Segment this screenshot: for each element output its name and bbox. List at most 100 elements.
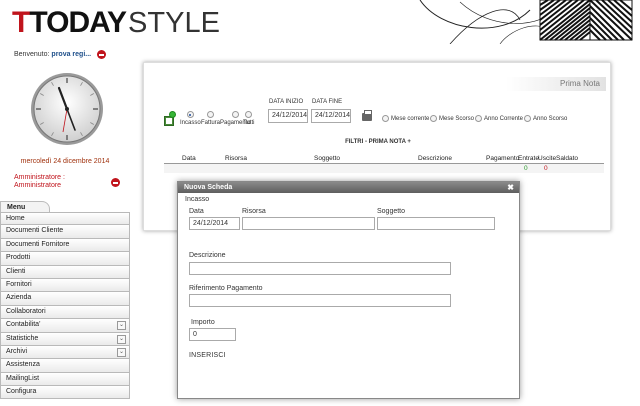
date-end-input[interactable]: 24/12/2014 [311, 109, 351, 123]
radio-mese-scorso-group[interactable]: Mese Scorso [430, 115, 474, 122]
descrizione-label: Descrizione [189, 252, 226, 259]
sidebar-item-label: Prodotti [6, 254, 31, 262]
date-start-label: DATA INIZIO [269, 99, 304, 105]
logout-icon[interactable] [97, 50, 107, 59]
sidebar-item-label: Configura [6, 388, 37, 396]
col-data[interactable]: Data [182, 155, 196, 162]
chevron-down-icon[interactable]: ⌄ [117, 321, 126, 331]
col-uscite[interactable]: Uscite [538, 155, 556, 162]
welcome-label: Benvenuto: [14, 51, 50, 58]
sidebar-item-label: Statistiche [6, 334, 39, 342]
riferimento-input[interactable] [189, 294, 451, 307]
sidebar-item-documenti-cliente[interactable]: Documenti Cliente [0, 225, 130, 239]
chevron-down-icon[interactable]: ⌄ [117, 334, 126, 344]
radio-anno-scorso[interactable] [524, 115, 531, 122]
table-header: Data Risorsa Soggetto Descrizione Pagame… [164, 155, 604, 164]
radio-tutti-group[interactable]: Tutti [243, 111, 254, 126]
col-risorsa[interactable]: Risorsa [225, 155, 247, 162]
sidebar-item-label: Collaboratori [6, 307, 46, 315]
sidebar-item-clienti[interactable]: Clienti [0, 265, 130, 279]
radio-tutti-label: Tutti [243, 120, 255, 126]
soggetto-input[interactable] [377, 217, 495, 230]
page-header: TTODAY STYLE [0, 0, 640, 44]
sidebar-item-label: Archivi [6, 347, 28, 355]
close-icon[interactable]: ✖ [507, 183, 514, 192]
sidebar-item-label: Assistenza [6, 361, 40, 369]
total-uscite: 0 [544, 165, 548, 172]
radio-mese-corrente-group[interactable]: Mese corrente [382, 115, 429, 122]
col-saldato[interactable]: Saldato [556, 155, 578, 162]
sidebar-item-label: MailingList [6, 374, 40, 382]
sidebar-item-statistiche[interactable]: Statistiche ⌄ [0, 332, 130, 346]
role-label: Amministratore : Amministratore [14, 174, 65, 190]
totals-row: 0 0 [164, 164, 604, 173]
importo-input[interactable]: 0 [189, 328, 236, 341]
sidebar-item-documenti-fornitore[interactable]: Documenti Fornitore [0, 238, 130, 253]
risorsa-label: Risorsa [242, 208, 266, 215]
sidebar-item-prodotti[interactable]: Prodotti [0, 252, 130, 266]
sidebar-item-label: Contabilita' [6, 321, 41, 329]
radio-anno-corrente[interactable] [475, 115, 482, 122]
sidebar-item-label: Clienti [6, 267, 26, 275]
dialog-titlebar[interactable]: Nuova Scheda ✖ [178, 182, 519, 193]
total-entrate: 0 [524, 165, 528, 172]
welcome-line: Benvenuto: prova regi... [14, 50, 107, 59]
risorsa-input[interactable] [242, 217, 375, 230]
sidebar-item-configura[interactable]: Configura [0, 386, 130, 400]
radio-fattura-group[interactable]: Fattura [201, 111, 220, 126]
col-soggetto[interactable]: Soggetto [314, 155, 340, 162]
sidebar-item-mailinglist[interactable]: MailingList [0, 372, 130, 387]
radio-mese-scorso[interactable] [430, 115, 437, 122]
header-decoration [419, 0, 633, 44]
entry-type-label: Incasso [185, 196, 210, 203]
data-input[interactable]: 24/12/2014 [189, 217, 240, 230]
col-pagamento[interactable]: Pagamento [486, 155, 519, 162]
sidebar-item-contabilita[interactable]: Contabilita' ⌄ [0, 319, 130, 333]
new-entry-dialog: Nuova Scheda ✖ Incasso Data 24/12/2014 R… [177, 181, 520, 399]
importo-label: Importo [191, 319, 215, 326]
col-descrizione[interactable]: Descrizione [418, 155, 452, 162]
soggetto-label: Soggetto [377, 208, 406, 215]
sidebar-item-label: Fornitori [6, 280, 32, 288]
descrizione-input[interactable] [189, 262, 451, 275]
chevron-down-icon[interactable]: ⌄ [117, 347, 126, 357]
sidebar-item-label: Documenti Cliente [6, 227, 64, 235]
role-line-2: Amministratore [14, 182, 62, 189]
col-entrate[interactable]: Entrate [518, 155, 539, 162]
sidebar-item-fornitori[interactable]: Fornitori [0, 278, 130, 293]
sidebar-item-collaboratori[interactable]: Collaboratori [0, 305, 130, 320]
inserisci-button[interactable]: INSERISCI [189, 352, 226, 359]
add-entry-icon[interactable] [169, 111, 176, 118]
print-icon[interactable] [362, 110, 372, 121]
radio-incasso[interactable] [186, 111, 194, 118]
filters-toggle[interactable]: FILTRI - PRIMA NOTA + [144, 139, 612, 145]
clock-icon [31, 73, 103, 145]
logo-text-bold: TODAY [29, 6, 127, 39]
sidebar-item-label: Documenti Fornitore [6, 240, 70, 248]
sidebar-item-azienda[interactable]: Azienda [0, 292, 130, 306]
sidebar-menu: Home Documenti Cliente Documenti Fornitore… [0, 212, 130, 400]
radio-mese-scorso-label: Mese Scorso [439, 115, 475, 122]
date-start-input[interactable]: 24/12/2014 [268, 109, 308, 123]
panel-title: Prima Nota [506, 77, 606, 91]
sidebar-item-assistenza[interactable]: Assistenza [0, 359, 130, 373]
radio-mese-corrente[interactable] [382, 115, 389, 122]
radio-pagamento[interactable] [231, 111, 239, 118]
dialog-title: Nuova Scheda [184, 183, 233, 191]
welcome-user-link[interactable]: prova regi... [51, 51, 91, 58]
radio-fattura[interactable] [207, 111, 214, 118]
radio-incasso-label: Incasso [180, 120, 201, 126]
radio-incasso-group[interactable]: Incasso [180, 111, 201, 126]
sidebar-item-home[interactable]: Home [0, 212, 130, 226]
data-label: Data [189, 208, 204, 215]
sidebar-item-archivi[interactable]: Archivi ⌄ [0, 345, 130, 360]
radio-anno-corrente-label: Anno Corrente [484, 115, 524, 122]
role-line-1: Amministratore : [14, 174, 65, 181]
radio-tutti[interactable] [245, 111, 253, 118]
role-logout-icon[interactable] [111, 178, 120, 187]
radio-fattura-label: Fattura [201, 120, 221, 126]
sidebar-item-label: Home [6, 215, 25, 222]
radio-anno-scorso-group[interactable]: Anno Scorso [524, 115, 567, 122]
radio-anno-corrente-group[interactable]: Anno Corrente [475, 115, 523, 122]
sidebar-item-label: Azienda [6, 294, 32, 302]
